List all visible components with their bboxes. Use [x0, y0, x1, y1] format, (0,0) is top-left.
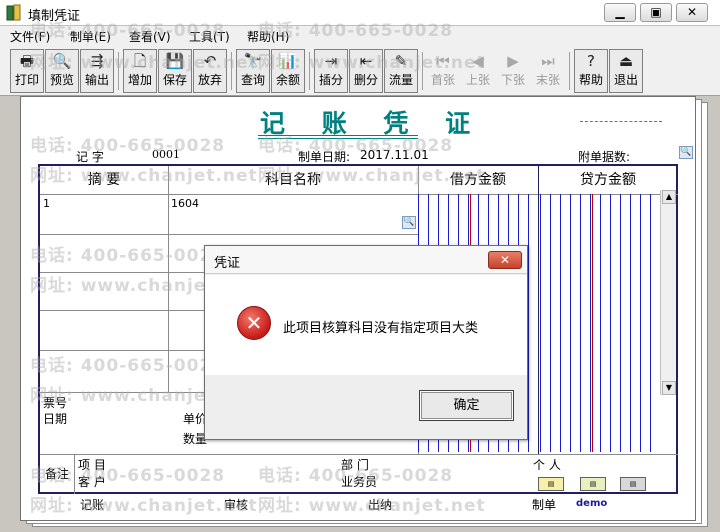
dialog-title-bar: 凭证 ✕ — [205, 246, 527, 274]
summary-cell[interactable]: 1 — [43, 197, 50, 210]
scroll-down-icon[interactable]: ▼ — [662, 381, 676, 395]
close-button[interactable]: ✕ — [676, 3, 708, 22]
close-icon: ✕ — [499, 253, 511, 267]
watermark-phone: 电话: 400-665-0028 — [30, 136, 226, 156]
attachments-label: 附单据数: — [578, 150, 631, 164]
magnifier-icon[interactable]: 🔍 — [402, 216, 416, 229]
watermark-site: 网址: www.chanjet.net — [258, 166, 486, 186]
watermark-phone: 电话: 400-665-0028 — [30, 466, 226, 486]
maker-name: demo — [576, 498, 608, 509]
amount-separator-line — [592, 194, 593, 452]
watermark-site: 网址: www.chanjet.net — [30, 166, 258, 186]
account-cell[interactable]: 1604 — [171, 197, 199, 210]
watermark-phone: 电话: 400-665-0028 — [30, 246, 226, 266]
last-button[interactable]: ⏭ 末张 — [531, 49, 565, 93]
watermark-site: 网址: www.chanjet.net — [258, 496, 486, 516]
main-window: 填制凭证 ▁ ▣ ✕ 文件(F) 制单(E) 查看(V) 工具(T) 帮助(H)… — [0, 0, 720, 532]
header-credit: 贷方金额 — [580, 172, 636, 188]
maker-label: 制单 — [532, 498, 557, 512]
grid-line — [538, 166, 539, 454]
dialog-close-button[interactable]: ✕ — [488, 251, 522, 269]
close-icon: ✕ — [686, 5, 698, 19]
error-message: 此项目核算科目没有指定项目大类 — [283, 321, 479, 336]
ok-button[interactable]: 确定 — [419, 390, 514, 421]
grid-line — [40, 454, 678, 455]
watermark-site: 网址: www.chanjet.net — [30, 53, 258, 73]
watermark-site: 网址: www.chanjet.net — [30, 496, 258, 516]
card-icon[interactable]: ▤ — [580, 477, 606, 491]
card-icon[interactable]: ▤ — [620, 477, 646, 491]
credit-amount-columns — [540, 194, 658, 452]
watermark-phone: 电话: 400-665-0028 — [258, 136, 454, 156]
attachments-field[interactable] — [580, 121, 662, 122]
maximize-button[interactable]: ▣ — [640, 3, 672, 22]
dialog-body: ✕ 此项目核算科目没有指定项目大类 — [205, 275, 527, 375]
vertical-scrollbar[interactable]: ▲ ▼ — [660, 190, 676, 395]
watermark-phone: 电话: 400-665-0028 — [30, 356, 226, 376]
app-icon — [6, 4, 21, 21]
maximize-icon: ▣ — [650, 5, 662, 19]
help-icon: ? — [587, 52, 595, 70]
minimize-icon: ▁ — [615, 5, 625, 19]
next-button[interactable]: ▶ 下张 — [496, 49, 530, 93]
magnifier-icon[interactable]: 🔍 — [679, 146, 693, 159]
exit-button[interactable]: ⏏ 退出 — [609, 49, 643, 93]
watermark-site: 网址: www.chanjet.net — [258, 53, 486, 73]
watermark-phone: 电话: 400-665-0028 — [258, 21, 454, 41]
last-icon: ⏭ — [541, 52, 555, 70]
toolbar-separator — [569, 52, 570, 90]
grid-line — [40, 234, 418, 235]
minimize-button[interactable]: ▁ — [604, 3, 636, 22]
exit-icon: ⏏ — [618, 52, 634, 70]
date-row-label: 日期 — [43, 412, 68, 426]
error-icon: ✕ — [237, 306, 271, 340]
dialog-title: 凭证 — [214, 256, 241, 271]
watermark-phone: 电话: 400-665-0028 — [258, 466, 454, 486]
error-dialog: 凭证 ✕ ✕ 此项目核算科目没有指定项目大类 确定 — [204, 245, 528, 440]
scroll-up-icon[interactable]: ▲ — [662, 190, 676, 204]
watermark-phone: 电话: 400-665-0028 — [30, 21, 226, 41]
person-label: 个 人 — [533, 458, 561, 472]
help-button[interactable]: ? 帮助 — [574, 49, 608, 93]
next-icon: ▶ — [507, 52, 519, 70]
card-icon[interactable]: ▤ — [538, 477, 564, 491]
